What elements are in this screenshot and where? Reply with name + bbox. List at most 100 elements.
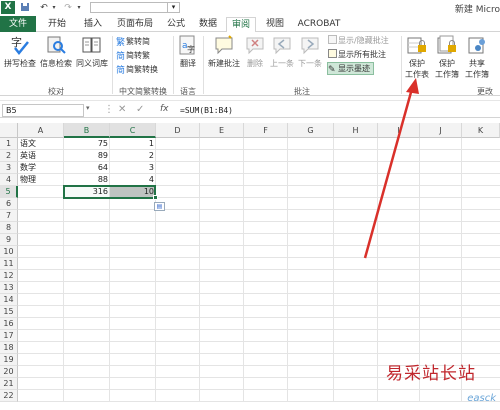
next-comment-icon: [301, 37, 319, 55]
tab-acrobat[interactable]: ACROBAT: [294, 17, 344, 32]
tab-review[interactable]: 审阅: [226, 17, 256, 33]
cell-a2[interactable]: 英语: [18, 150, 64, 162]
column-header-f[interactable]: F: [244, 123, 288, 138]
column-header-j[interactable]: J: [420, 123, 462, 138]
thesaurus-button[interactable]: 同义词库: [74, 34, 110, 69]
tab-page-layout[interactable]: 页面布局: [112, 17, 158, 32]
protect-sheet-button[interactable]: 保护 工作表: [402, 34, 432, 80]
cell-b3[interactable]: 64: [64, 162, 110, 174]
column-header-d[interactable]: D: [156, 123, 200, 138]
redo-icon[interactable]: ↷: [62, 2, 74, 14]
cancel-icon[interactable]: ✕: [118, 104, 126, 116]
row-header-21[interactable]: 21: [0, 378, 18, 390]
column-header-h[interactable]: H: [334, 123, 378, 138]
column-header-a[interactable]: A: [18, 123, 64, 138]
new-comment-button[interactable]: 新建批注: [206, 34, 242, 69]
row-header-7[interactable]: 7: [0, 210, 18, 222]
spell-check-button[interactable]: 字 拼写检查: [2, 34, 38, 69]
column-header-k[interactable]: K: [462, 123, 500, 138]
row-header-16[interactable]: 16: [0, 318, 18, 330]
row-header-20[interactable]: 20: [0, 366, 18, 378]
show-ink-button[interactable]: ✎ 显示墨迹: [327, 62, 374, 75]
undo-icon[interactable]: ↶: [38, 2, 50, 14]
research-button[interactable]: 信息检索: [38, 34, 74, 69]
row-header-12[interactable]: 12: [0, 270, 18, 282]
spell-check-icon: 字: [11, 35, 29, 55]
column-header-e[interactable]: E: [200, 123, 244, 138]
gridline: [287, 138, 288, 402]
chinese-convert-label: 简繁转换: [126, 65, 158, 74]
tab-insert[interactable]: 插入: [78, 17, 108, 32]
ribbon-tabs: 文件 开始 插入 页面布局 公式 数据 审阅 视图 ACROBAT: [0, 16, 500, 33]
delete-comment-button[interactable]: 删除: [243, 34, 267, 69]
show-hide-comment-button[interactable]: 显示/隐藏批注: [328, 35, 389, 46]
cell-b2[interactable]: 89: [64, 150, 110, 162]
tab-file[interactable]: 文件: [0, 16, 36, 32]
gridline: [18, 341, 500, 342]
undo-dropdown-icon[interactable]: ▾: [50, 2, 58, 14]
translate-button[interactable]: a字 翻译: [176, 34, 200, 69]
row-header-2[interactable]: 2: [0, 150, 18, 162]
tab-view[interactable]: 视图: [260, 17, 290, 32]
row-header-3[interactable]: 3: [0, 162, 18, 174]
save-icon[interactable]: [20, 2, 30, 14]
insert-function-button[interactable]: fx: [160, 104, 169, 114]
column-header-b[interactable]: B: [64, 123, 110, 138]
document-title: 新建 Micro: [454, 5, 500, 15]
formula-input[interactable]: =SUM(B1:B4): [180, 104, 498, 117]
fill-handle[interactable]: [153, 195, 158, 200]
row-header-6[interactable]: 6: [0, 198, 18, 210]
cell-c1[interactable]: 1: [110, 138, 156, 150]
qat-input-dropdown-icon[interactable]: ▾: [168, 2, 180, 13]
name-box[interactable]: B5: [2, 104, 84, 117]
row-header-17[interactable]: 17: [0, 330, 18, 342]
select-all-corner[interactable]: [0, 123, 18, 138]
name-box-dropdown-icon[interactable]: ▾: [86, 104, 90, 112]
quick-analysis-icon[interactable]: ▤: [154, 202, 165, 211]
previous-comment-button[interactable]: 上一条: [269, 34, 295, 69]
next-comment-button[interactable]: 下一条: [297, 34, 323, 69]
cell-c2[interactable]: 2: [110, 150, 156, 162]
ribbon: 字 拼写检查 信息检索 同义词库 校对 繁繁转简 简简转繁 简简繁转换 中文简繁…: [0, 32, 500, 96]
row-header-1[interactable]: 1: [0, 138, 18, 150]
share-workbook-button[interactable]: 共享 工作簿: [462, 34, 492, 80]
column-header-c[interactable]: C: [110, 123, 156, 138]
title-bar: X ↶ ▾ ↷ ▾ ▾ 新建 Micro: [0, 0, 500, 16]
row-header-19[interactable]: 19: [0, 354, 18, 366]
cell-a1[interactable]: 语文: [18, 138, 64, 150]
tab-data[interactable]: 数据: [194, 17, 222, 32]
column-header-i[interactable]: I: [378, 123, 420, 138]
cell-c3[interactable]: 3: [110, 162, 156, 174]
row-header-22[interactable]: 22: [0, 390, 18, 402]
enter-icon[interactable]: ✓: [136, 104, 144, 116]
qat-search-input[interactable]: [90, 2, 168, 13]
to-traditional-button[interactable]: 简简转繁: [116, 50, 150, 62]
cell-a5[interactable]: [18, 186, 64, 198]
row-header-5[interactable]: 5: [0, 186, 18, 198]
tab-home[interactable]: 开始: [42, 17, 72, 32]
tab-formulas[interactable]: 公式: [162, 17, 190, 32]
more-options-icon: ⋮: [104, 104, 114, 115]
row-header-9[interactable]: 9: [0, 234, 18, 246]
customize-qat-icon[interactable]: ▾: [74, 2, 84, 14]
row-header-4[interactable]: 4: [0, 174, 18, 186]
row-header-11[interactable]: 11: [0, 258, 18, 270]
gridline: [18, 209, 500, 210]
cell-b1[interactable]: 75: [64, 138, 110, 150]
row-header-8[interactable]: 8: [0, 222, 18, 234]
to-simplified-label: 繁转简: [126, 37, 150, 46]
delete-comment-icon: [246, 37, 264, 55]
row-header-18[interactable]: 18: [0, 342, 18, 354]
row-header-10[interactable]: 10: [0, 246, 18, 258]
column-header-g[interactable]: G: [288, 123, 334, 138]
cell-a3[interactable]: 数学: [18, 162, 64, 174]
chinese-convert-button[interactable]: 简简繁转换: [116, 64, 158, 76]
to-simplified-button[interactable]: 繁繁转简: [116, 36, 150, 48]
row-header-14[interactable]: 14: [0, 294, 18, 306]
show-all-comments-button[interactable]: 显示所有批注: [328, 49, 386, 60]
protect-workbook-button[interactable]: 保护 工作簿: [432, 34, 462, 80]
spell-check-label: 拼写检查: [4, 59, 36, 68]
row-header-13[interactable]: 13: [0, 282, 18, 294]
row-header-15[interactable]: 15: [0, 306, 18, 318]
cell-a4[interactable]: 物理: [18, 174, 64, 186]
